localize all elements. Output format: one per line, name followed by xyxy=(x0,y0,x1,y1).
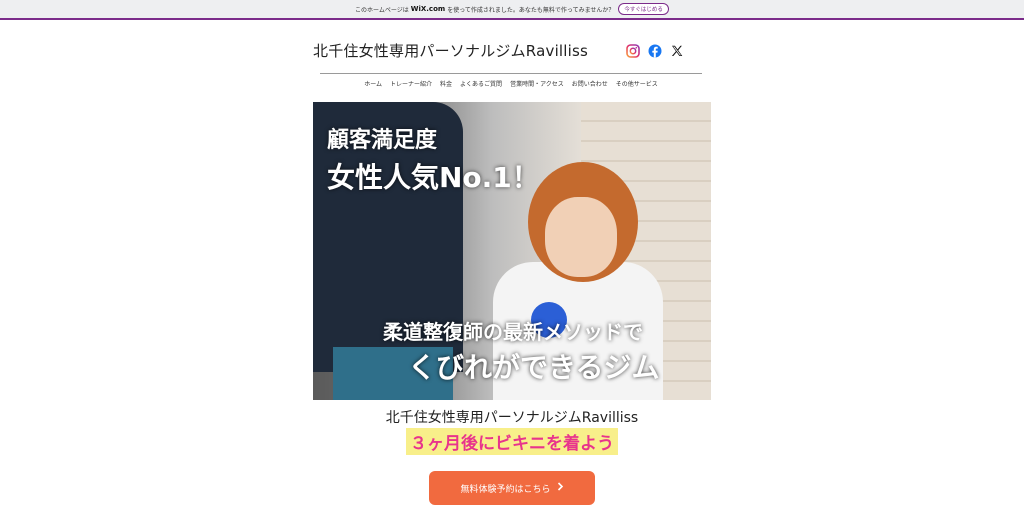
wix-banner-text-2: を使って作成されました。あなたも無料で作ってみませんか？ xyxy=(447,6,615,14)
wix-start-button[interactable]: 今すぐはじめる xyxy=(618,3,669,15)
hero-headline-2: 女性人気No.1！ xyxy=(327,161,540,194)
main-navigation: ホーム トレーナー紹介 料金 よくあるご質問 営業時間・アクセス お問い合わせ … xyxy=(320,79,702,88)
wix-banner: このホームページは WiX.com を使って作成されました。あなたも無料で作って… xyxy=(0,0,1024,20)
wix-logo[interactable]: WiX.com xyxy=(411,5,445,13)
hero-image: 顧客満足度 女性人気No.1！ 柔道整復師の最新メソッドで くびれができるジム xyxy=(313,102,711,400)
nav-item-home[interactable]: ホーム xyxy=(364,79,382,88)
instagram-icon[interactable] xyxy=(626,43,640,58)
nav-item-trainers[interactable]: トレーナー紹介 xyxy=(390,79,432,88)
x-icon[interactable] xyxy=(670,43,684,57)
nav-item-faq[interactable]: よくあるご質問 xyxy=(460,79,502,88)
hero-caption-1: 柔道整復師の最新メソッドで xyxy=(383,320,643,344)
site-title[interactable]: 北千住女性専用パーソナルジムRavilliss xyxy=(313,40,588,61)
hero-caption-2: くびれができるジム xyxy=(408,351,660,384)
facebook-icon[interactable] xyxy=(648,43,662,58)
gym-subtitle: 北千住女性専用パーソナルジムRavilliss xyxy=(385,410,639,426)
tagline: ３ヶ月後にビキニを着よう xyxy=(406,428,618,455)
header-divider xyxy=(320,73,702,74)
hero-woman-face xyxy=(545,197,617,277)
nav-item-contact[interactable]: お問い合わせ xyxy=(572,79,608,88)
free-trial-booking-label: 無料体験予約はこちら xyxy=(460,484,551,495)
chevron-right-icon xyxy=(557,482,564,494)
wix-banner-text: このホームページは xyxy=(355,6,409,14)
free-trial-booking-button[interactable]: 無料体験予約はこちら xyxy=(429,471,595,505)
nav-item-pricing[interactable]: 料金 xyxy=(440,79,452,88)
nav-item-hours-access[interactable]: 営業時間・アクセス xyxy=(510,79,564,88)
social-links xyxy=(626,43,684,58)
tagline-container: ３ヶ月後にビキニを着よう xyxy=(313,428,711,455)
nav-item-other-services[interactable]: その他サービス xyxy=(616,79,658,88)
hero-headline-1: 顧客満足度 xyxy=(327,128,438,153)
